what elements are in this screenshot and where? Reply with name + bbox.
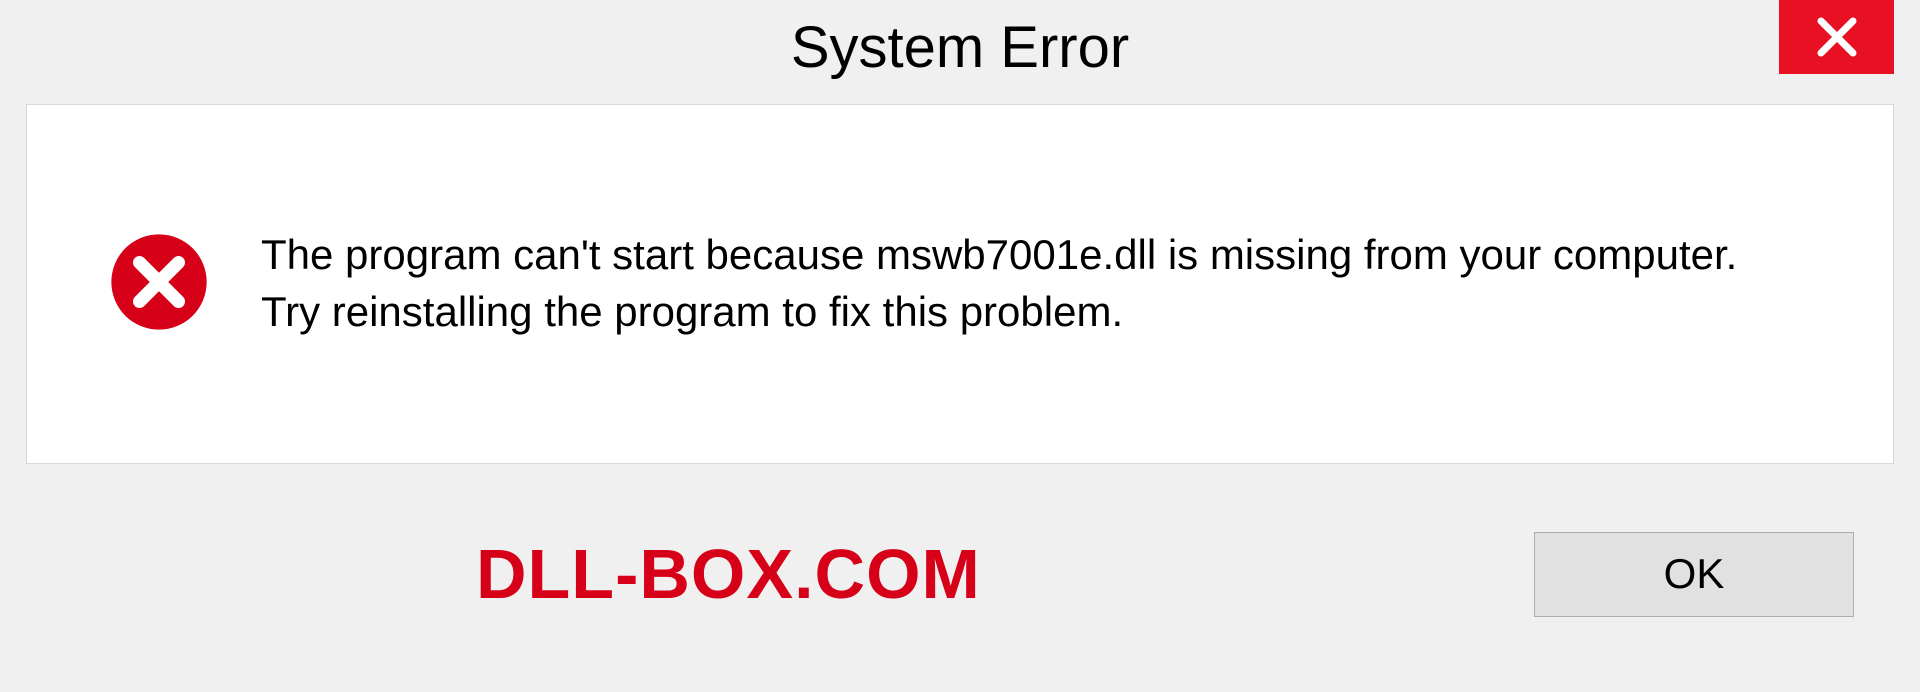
error-icon [107,230,211,339]
close-icon [1813,13,1861,61]
ok-button[interactable]: OK [1534,532,1854,617]
dialog-title: System Error [791,14,1129,81]
error-message: The program can't start because mswb7001… [261,227,1761,340]
titlebar: System Error [26,0,1894,94]
close-button[interactable] [1779,0,1894,74]
watermark-text: DLL-BOX.COM [476,534,981,614]
content-area: The program can't start because mswb7001… [26,104,1894,464]
error-dialog: System Error The program can't start bec… [26,0,1894,692]
dialog-footer: DLL-BOX.COM OK [26,464,1894,684]
